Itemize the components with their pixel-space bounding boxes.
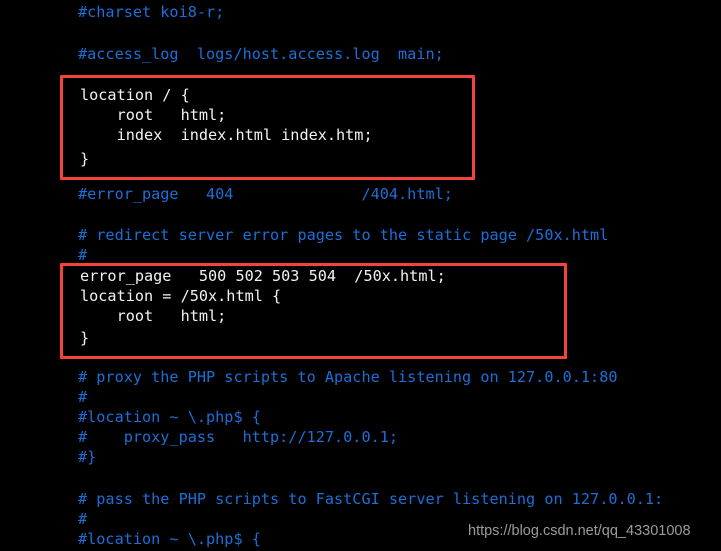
code-line: #location ~ \.php$ { [78, 530, 261, 548]
code-line: # [78, 510, 88, 528]
code-line: #error_page 404 /404.html; [78, 185, 453, 203]
code-line: #access_log logs/host.access.log main; [78, 45, 444, 63]
terminal-screenshot: #charset koi8-r; #access_log logs/host.ac… [0, 0, 721, 551]
code-line: } [80, 329, 90, 347]
code-line: #location ~ \.php$ { [78, 408, 261, 426]
code-line: # proxy_pass http://127.0.0.1; [78, 428, 399, 446]
code-line: #} [78, 448, 97, 466]
code-line: # proxy the PHP scripts to Apache listen… [78, 368, 618, 386]
code-line: index index.html index.htm; [80, 126, 373, 144]
code-line: #charset koi8-r; [78, 3, 225, 21]
code-line: # pass the PHP scripts to FastCGI server… [78, 490, 664, 508]
code-line: # redirect server error pages to the sta… [78, 226, 609, 244]
csdn-blog-watermark: https://blog.csdn.net/qq_43301008 [468, 523, 691, 539]
code-line: location / { [80, 86, 190, 104]
code-line: # [78, 246, 88, 264]
code-line: root html; [80, 307, 227, 325]
code-line: # [78, 388, 88, 406]
code-line: root html; [80, 106, 227, 124]
code-line: location = /50x.html { [80, 287, 282, 305]
code-line: } [80, 150, 90, 168]
code-line: error_page 500 502 503 504 /50x.html; [80, 267, 446, 285]
nginx-config-code-view[interactable]: #charset koi8-r; #access_log logs/host.ac… [0, 0, 721, 551]
